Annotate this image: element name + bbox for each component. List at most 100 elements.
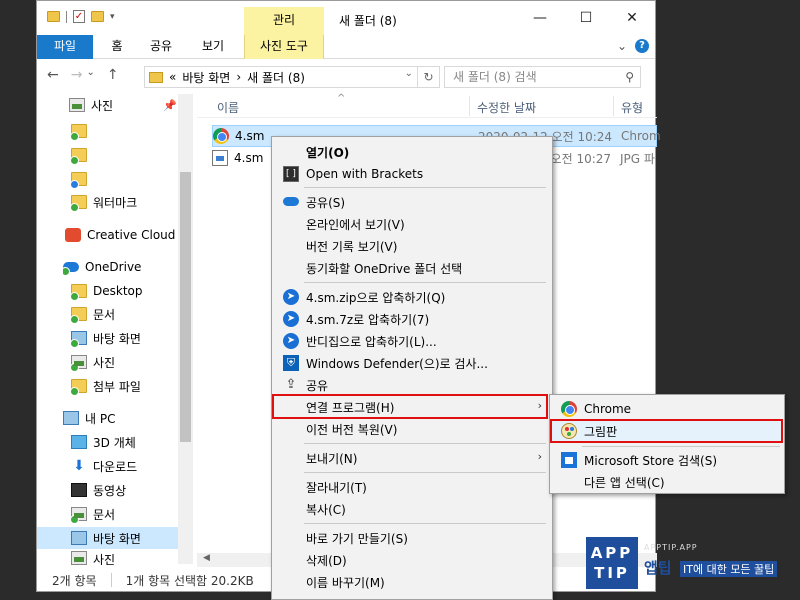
back-arrow-icon[interactable]: ← — [47, 67, 59, 83]
folder-icon — [71, 172, 87, 189]
maximize-button[interactable]: ☐ — [563, 1, 609, 35]
menu-item-label: 삭제(D) — [306, 553, 347, 568]
sidebar-item-pictures[interactable]: 사진 — [71, 351, 216, 373]
close-button[interactable]: ✕ — [609, 1, 655, 35]
menu-item-rename[interactable]: 이름 바꾸기(M) — [274, 571, 550, 593]
menu-item-onedrive-share[interactable]: 공유(S) — [274, 191, 550, 213]
sidebar-item-downloads[interactable]: ⬇ 다운로드 — [71, 455, 216, 477]
menu-item-share[interactable]: ⇪ 공유 — [274, 374, 550, 396]
sidebar-item-folder[interactable] — [71, 144, 216, 166]
download-icon: ⬇ — [73, 458, 85, 474]
menu-item-version-history[interactable]: 버전 기록 보기(V) — [274, 235, 550, 257]
menu-item-restore-previous[interactable]: 이전 버전 복원(V) — [274, 418, 550, 440]
menu-item-7z[interactable]: ➤ 4.sm.7z로 압축하기(7) — [274, 308, 550, 330]
sidebar-item-pictures[interactable]: 사진 — [71, 551, 216, 565]
watermark-brand: 앱팁 — [644, 559, 672, 577]
ribbon-right-controls: ⌄ ? — [617, 39, 649, 53]
column-headers: ^ 이름 수정한 날짜 유형 — [197, 93, 657, 118]
expand-ribbon-icon[interactable]: ⌄ — [617, 39, 627, 53]
breadcrumb-overflow[interactable]: « — [169, 70, 176, 84]
menu-item-defender-scan[interactable]: ⛨ Windows Defender(으)로 검사... — [274, 352, 550, 374]
file-type: JPG 파 — [620, 151, 655, 166]
menu-item-label: 복사(C) — [306, 502, 346, 517]
help-icon[interactable]: ? — [635, 39, 649, 53]
submenu-item-chrome[interactable]: Chrome — [552, 398, 782, 420]
share-icon: ⇪ — [285, 377, 297, 392]
customize-dropdown-icon[interactable]: ▾ — [110, 12, 115, 22]
sidebar-scrollbar[interactable] — [178, 94, 193, 564]
menu-item-onedrive-sync[interactable]: 동기화할 OneDrive 폴더 선택 — [274, 257, 550, 279]
sidebar-item-desktop-folder[interactable]: Desktop — [71, 280, 216, 302]
column-divider[interactable] — [613, 96, 614, 116]
sidebar-item-label: 바탕 화면 — [93, 331, 141, 346]
address-dropdown-icon[interactable]: ⌄ — [405, 68, 413, 79]
menu-separator — [304, 523, 546, 524]
breadcrumb-separator[interactable]: › — [236, 70, 241, 84]
menu-item-label: 잘라내기(T) — [306, 480, 367, 495]
menu-item-open-with-brackets[interactable]: [ ] Open with Brackets — [274, 163, 550, 185]
search-icon: ⚲ — [625, 70, 634, 84]
picture-icon — [71, 355, 87, 372]
sidebar-item-label: 바탕 화면 — [93, 531, 141, 546]
sidebar-item-desktop[interactable]: 바탕 화면 — [71, 327, 216, 349]
sidebar-item-attachments[interactable]: 첨부 파일 — [71, 375, 216, 397]
column-date[interactable]: 수정한 날짜 — [477, 99, 536, 116]
sidebar-item-3d-objects[interactable]: 3D 개체 — [71, 431, 216, 453]
bandizip-icon: ➤ — [283, 311, 299, 327]
submenu-item-label: 다른 앱 선택(C) — [584, 475, 665, 490]
refresh-icon[interactable]: ↻ — [417, 67, 439, 87]
defender-shield-icon: ⛨ — [283, 355, 299, 371]
pin-icon[interactable]: 📌 — [163, 99, 177, 112]
sidebar-item-documents[interactable]: 문서 — [71, 503, 216, 525]
paint-icon — [561, 423, 577, 439]
menu-item-open[interactable]: 열기(O) — [274, 141, 550, 163]
menu-item-label: 이전 버전 복원(V) — [306, 422, 398, 437]
tab-home[interactable]: 홈 — [99, 35, 135, 59]
sidebar-item-folder[interactable] — [71, 120, 216, 142]
picture-icon — [71, 551, 87, 565]
column-divider[interactable] — [469, 96, 470, 116]
submenu-item-label: Microsoft Store 검색(S) — [584, 453, 718, 468]
chrome-icon — [561, 401, 577, 417]
sidebar-item-watermark[interactable]: 워터마크 — [71, 191, 216, 213]
minimize-button[interactable]: — — [517, 1, 563, 35]
column-type[interactable]: 유형 — [621, 99, 643, 116]
scrollbar-thumb[interactable] — [180, 172, 191, 442]
tab-picture-tools[interactable]: 사진 도구 — [244, 35, 324, 59]
address-bar[interactable]: « 바탕 화면 › 새 폴더 (8) ⌄ ↻ — [144, 66, 440, 88]
menu-item-cut[interactable]: 잘라내기(T) — [274, 476, 550, 498]
breadcrumb-desktop[interactable]: 바탕 화면 — [182, 69, 230, 86]
menu-item-send-to[interactable]: 보내기(N) › — [274, 447, 550, 469]
submenu-item-store-search[interactable]: Microsoft Store 검색(S) — [552, 449, 782, 471]
menu-item-bandizip[interactable]: ➤ 반디집으로 압축하기(L)... — [274, 330, 550, 352]
menu-item-copy[interactable]: 복사(C) — [274, 498, 550, 520]
tab-share[interactable]: 공유 — [141, 35, 181, 59]
sidebar-item-desktop-selected[interactable]: 바탕 화면 — [37, 527, 178, 549]
menu-separator — [304, 443, 546, 444]
tab-file[interactable]: 파일 — [37, 35, 93, 59]
sidebar-item-videos[interactable]: 동영상 — [71, 479, 216, 501]
sidebar-item-label: Desktop — [93, 284, 143, 298]
menu-item-zip[interactable]: ➤ 4.sm.zip으로 압축하기(Q) — [274, 286, 550, 308]
tab-view[interactable]: 보기 — [189, 35, 237, 59]
submenu-item-paint[interactable]: 그림판 — [552, 420, 782, 442]
context-menu: 열기(O) [ ] Open with Brackets 공유(S) 온라인에서 … — [271, 136, 553, 600]
breadcrumb-current-folder[interactable]: 새 폴더 (8) — [247, 69, 305, 86]
navigation-pane: 사진 📌 워터마크 Creative Cloud Fil OneDrive De… — [37, 94, 192, 565]
menu-item-create-shortcut[interactable]: 바로 가기 만들기(S) — [274, 527, 550, 549]
submenu-item-choose-app[interactable]: 다른 앱 선택(C) — [552, 471, 782, 493]
new-folder-icon[interactable] — [91, 11, 104, 22]
column-name[interactable]: 이름 — [217, 99, 239, 116]
forward-arrow-icon[interactable]: → — [71, 67, 83, 83]
up-arrow-icon[interactable]: ↑ — [107, 67, 119, 83]
onedrive-icon — [283, 197, 299, 206]
properties-icon[interactable]: ✓ — [73, 10, 85, 23]
menu-item-delete[interactable]: 삭제(D) — [274, 549, 550, 571]
sidebar-item-documents[interactable]: 문서 — [71, 303, 216, 325]
sidebar-item-folder[interactable] — [71, 168, 216, 190]
recent-locations-icon[interactable]: ⌄ — [86, 67, 94, 83]
scroll-left-icon[interactable]: ◀ — [203, 553, 210, 563]
search-input[interactable]: 새 폴더 (8) 검색 ⚲ — [444, 66, 641, 88]
menu-item-label: 4.sm.7z로 압축하기(7) — [306, 312, 430, 327]
menu-item-view-online[interactable]: 온라인에서 보기(V) — [274, 213, 550, 235]
